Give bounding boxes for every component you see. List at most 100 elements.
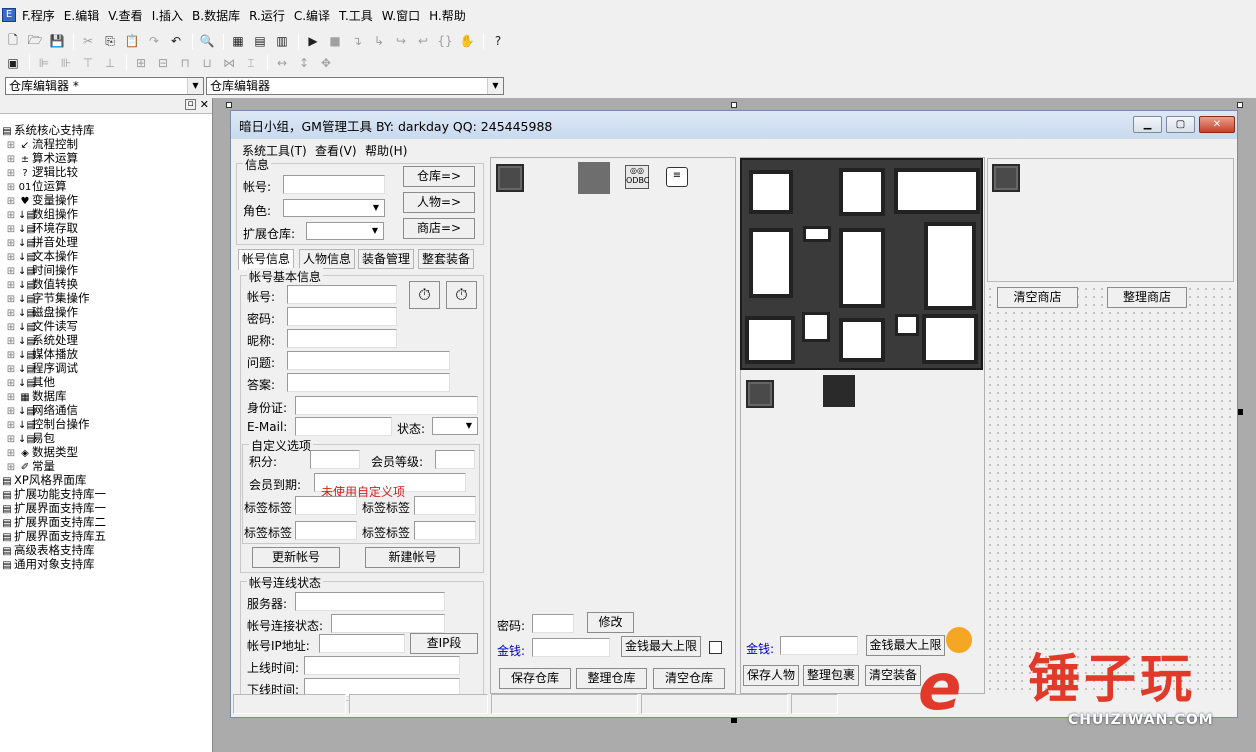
warehouse-slot[interactable] [578,162,610,194]
wh-gold-checkbox[interactable] [709,641,722,654]
menu-view-window[interactable]: 查看(V) [315,142,357,159]
close-icon[interactable]: ✕ [1199,116,1235,133]
tree-item[interactable]: ⊞ ↙ 流程控制 [0,137,212,151]
align-top-icon[interactable]: ⊤ [78,54,98,72]
new-file-icon[interactable]: 🗋 [3,32,23,50]
object-combo[interactable]: 仓库编辑器 * ▼ [5,77,204,95]
save-character-button[interactable]: 保存人物 [743,665,799,686]
tree-item[interactable]: ▤ 扩展功能支持库一 [0,487,212,501]
stop-icon[interactable]: ■ [325,32,345,50]
tree-item[interactable]: ⊞ ↓▤时间操作 [0,263,212,277]
acc-idcard-input[interactable] [295,396,478,415]
redo-icon[interactable]: ↷ [144,32,164,50]
help-search-icon[interactable]: ? [488,32,508,50]
same-height-icon[interactable]: ↕ [294,54,314,72]
cut-icon[interactable]: ✂ [78,32,98,50]
ip-input[interactable] [319,634,405,653]
clear-shop-button[interactable]: 清空商店 [997,287,1078,308]
equip-slot[interactable] [803,226,831,242]
tree-item[interactable]: ⊞ ↓▤其他 [0,375,212,389]
menu-database[interactable]: B.数据库 [192,7,240,24]
resize-handle[interactable] [226,102,232,108]
equip-slot[interactable] [922,314,978,364]
menu-insert[interactable]: I.插入 [152,7,183,24]
wh-password-input[interactable] [532,614,574,633]
tab-character-info[interactable]: 人物信息 [299,249,356,269]
tree-item[interactable]: ⊞ ↓▤数组操作 [0,207,212,221]
close-icon[interactable]: ✕ [200,98,209,111]
clear-warehouse-button[interactable]: 清空仓库 [653,668,725,689]
tree-item[interactable]: ⊞ 01位运算 [0,179,212,193]
tag-input-2[interactable] [414,496,476,515]
acc-answer-input[interactable] [287,373,450,392]
tree-item[interactable]: ⊞ ↓▤易包 [0,431,212,445]
tab-account-info[interactable]: 帐号信息 [238,249,295,270]
tree-item[interactable]: ⊞ ↓▤字节集操作 [0,291,212,305]
tree-item[interactable]: ⊞ ↓▤环境存取 [0,221,212,235]
step-icon[interactable]: ↴ [347,32,367,50]
equip-slot[interactable] [895,314,919,336]
shop-button[interactable]: 商店=> [403,218,475,239]
find-icon[interactable]: 🔍 [197,32,217,50]
tag-input-4[interactable] [414,521,476,540]
equip-slot[interactable] [749,170,793,214]
save-warehouse-button[interactable]: 保存仓库 [499,668,571,689]
resize-handle[interactable] [731,102,737,108]
char-gold-input[interactable] [780,636,858,655]
tree-item[interactable]: ▤ 高级表格支持库 [0,543,212,557]
maximize-icon[interactable]: ▢ [1166,116,1195,133]
dist-v-icon[interactable]: ⌶ [241,54,261,72]
equip-slot[interactable] [924,222,976,310]
tree-item[interactable]: ⊞ ± 算术运算 [0,151,212,165]
tree-item[interactable]: ▤ 扩展界面支持库二 [0,515,212,529]
sort-warehouse-button[interactable]: 整理仓库 [576,668,647,689]
tree-item[interactable]: ⊞ ↓▤拼音处理 [0,235,212,249]
tree-item[interactable]: ⊞ ↓▤磁盘操作 [0,305,212,319]
tab-equipment-set[interactable]: 整套装备 [418,249,475,269]
tree-item[interactable]: ⊞ ◈ 数据类型 [0,445,212,459]
tree-item[interactable]: ▤ XP风格界面库 [0,473,212,487]
tree-item[interactable]: ⊞ ▦ 数据库 [0,389,212,403]
bag-slot[interactable] [746,380,774,408]
undo-icon[interactable]: ↶ [166,32,186,50]
points-input[interactable] [310,450,360,469]
acc-nickname-input[interactable] [287,329,397,348]
conn-state-input[interactable] [331,614,445,633]
menu-run[interactable]: R.运行 [249,7,285,24]
step-out-icon[interactable]: ↩ [413,32,433,50]
restore-icon[interactable]: ▫ [185,99,196,110]
center-h-icon[interactable]: ⊞ [131,54,151,72]
layout1-icon[interactable]: ▦ [228,32,248,50]
minimize-icon[interactable]: ▁ [1133,116,1162,133]
tree-item[interactable]: ⊞ ↓▤控制台操作 [0,417,212,431]
clear-equip-button[interactable]: 清空装备 [865,665,921,686]
tree-item[interactable]: ▤ 通用对象支持库 [0,557,212,571]
acc-password-input[interactable] [287,307,397,326]
center-v-icon[interactable]: ⊟ [153,54,173,72]
align-left-icon[interactable]: ⊫ [34,54,54,72]
menu-help-window[interactable]: 帮助(H) [365,142,407,159]
tree-item[interactable]: ⊞ ↓▤数值转换 [0,277,212,291]
menu-help[interactable]: H.帮助 [429,7,466,24]
stopwatch-icon[interactable]: ⏱ [446,281,477,309]
align-bottom-icon[interactable]: ⊥ [100,54,120,72]
role-select[interactable]: ▼ [283,199,385,217]
sort-shop-button[interactable]: 整理商店 [1107,287,1187,308]
equip-slot[interactable] [839,318,885,362]
create-account-button[interactable]: 新建帐号 [365,547,460,568]
tree-item[interactable]: ⊞ ↓▤文件读写 [0,319,212,333]
tree-item[interactable]: ▤ 扩展界面支持库五 [0,529,212,543]
acc-status-select[interactable]: ▼ [432,417,478,435]
resize-handle[interactable] [1237,102,1243,108]
equip-slot[interactable] [839,228,885,308]
acc-email-input[interactable] [295,417,392,436]
layout2-icon[interactable]: ▤ [250,32,270,50]
hand-icon[interactable]: ✋ [457,32,477,50]
same-width-icon[interactable]: ↔ [272,54,292,72]
tree-item[interactable]: ⊞ ↓▤网络通信 [0,403,212,417]
equip-slot[interactable] [839,168,885,216]
tag-input-1[interactable] [295,496,357,515]
update-account-button[interactable]: 更新帐号 [252,547,340,568]
space-v-icon[interactable]: ⊔ [197,54,217,72]
tree-item[interactable]: ▤ 扩展界面支持库一 [0,501,212,515]
